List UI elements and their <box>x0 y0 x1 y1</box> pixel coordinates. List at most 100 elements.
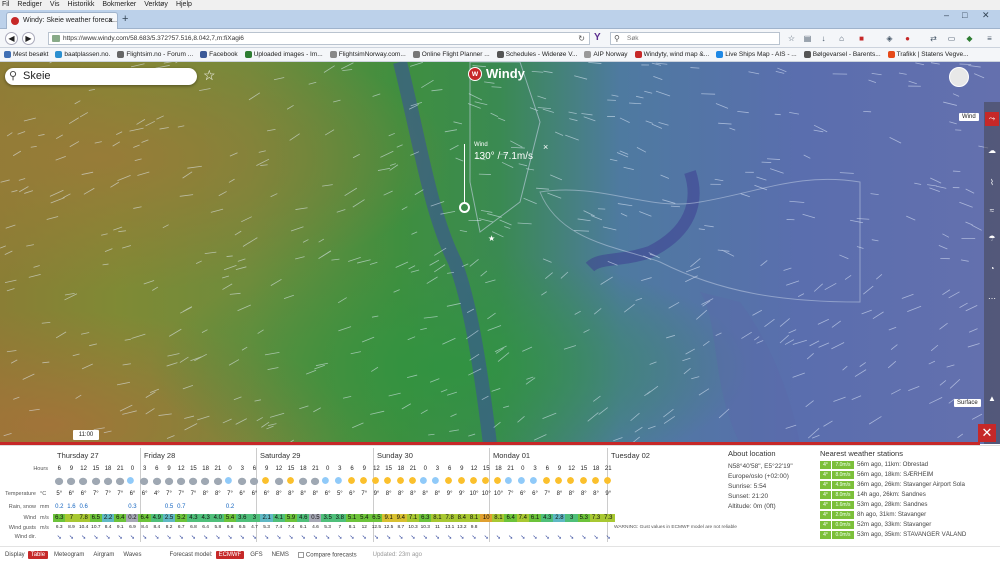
wind-cell: 4.9 <box>151 514 164 522</box>
bookmark-item[interactable]: Facebook <box>200 51 238 58</box>
station-row[interactable]: 4°8.0m/s14h ago, 26km: Sandnes <box>820 491 998 501</box>
cloud-icon <box>53 476 64 485</box>
station-row[interactable]: 4°4.9m/s36m ago, 26km: Stavanger Airport… <box>820 481 998 491</box>
ecmwf-button[interactable]: ECMWF <box>216 551 245 559</box>
new-tab-button[interactable]: + <box>122 13 128 25</box>
star-icon[interactable]: ☆ <box>786 33 797 44</box>
hour-cell: 12 <box>468 466 481 472</box>
hour-cell: 0 <box>517 466 530 472</box>
compare-forecasts-button[interactable]: Compare forecasts <box>295 551 360 560</box>
wind-dir-arrow-icon: ➘ <box>443 534 456 541</box>
clipboard-icon[interactable]: ▤ <box>802 33 813 44</box>
maximize-button[interactable]: □ <box>962 10 967 20</box>
menu-item-5[interactable]: Verktøy <box>144 0 168 10</box>
bookmark-item[interactable]: Uploaded images - Im... <box>245 51 323 58</box>
menu-item-3[interactable]: Historikk <box>68 0 95 10</box>
adblock-icon[interactable]: ● <box>902 33 913 44</box>
tab-close-icon[interactable]: × <box>108 13 113 29</box>
temperature-layer-icon[interactable]: ⌇ <box>985 176 999 190</box>
url-bar[interactable]: https://www.windy.com/58.683/5.372?57.51… <box>48 32 590 45</box>
pressure-layer-icon[interactable]: ◔ <box>985 262 999 276</box>
extension-icon[interactable]: ◆ <box>964 33 975 44</box>
waves-layer-icon[interactable]: ≈ <box>985 204 999 218</box>
bookmark-item[interactable]: baatplassen.no. <box>55 51 110 58</box>
table-tab[interactable]: Table <box>28 551 48 559</box>
station-wind: 4.9m/s <box>832 481 854 489</box>
station-desc: 14h ago, 26km: Sandnes <box>857 491 926 498</box>
bookmark-item[interactable]: Trafikk | Statens Vegve... <box>888 51 969 58</box>
wind-dir-arrow-icon: ➘ <box>187 534 200 541</box>
rain-layer-icon[interactable]: ☂ <box>985 232 999 246</box>
windy-logo[interactable]: w Windy <box>468 66 525 81</box>
wind-cell: 0.5 <box>309 514 322 522</box>
bookmark-item[interactable]: Mest besøkt <box>4 51 48 58</box>
addon-icon[interactable]: ■ <box>856 33 867 44</box>
close-forecast-button[interactable]: ✕ <box>978 424 996 442</box>
wind-dir-arrow-icon: ➘ <box>346 534 359 541</box>
hour-cell: 0 <box>126 466 139 472</box>
station-row[interactable]: 4°1.6m/s53m ago, 28km: Sandnes <box>820 501 998 511</box>
bookmark-label: Schedules - Widerøe V... <box>506 51 578 58</box>
station-row[interactable]: 4°8.0m/s56m ago, 18km: SÆRHEIM <box>820 471 998 481</box>
waves-tab[interactable]: Waves <box>120 551 144 559</box>
menu-item-6[interactable]: Hjelp <box>176 0 192 10</box>
wind-dir-arrow-icon: ➘ <box>114 534 127 541</box>
menu-item-2[interactable]: Vis <box>50 0 60 10</box>
nems-button[interactable]: NEMS <box>269 551 292 559</box>
search-input[interactable]: ⚲ Søk <box>610 32 780 45</box>
bookmark-item[interactable]: Schedules - Widerøe V... <box>497 51 578 58</box>
gfs-button[interactable]: GFS <box>247 551 265 559</box>
station-row[interactable]: 4°0.0m/s52m ago, 33km: Stavanger <box>820 521 998 531</box>
browser-tab[interactable]: Windy: Skeie weather foreca... × <box>6 12 118 29</box>
picker-location-marker[interactable] <box>459 202 470 213</box>
bookmark-item[interactable]: Online Flight Planner ... <box>413 51 490 58</box>
pocket-icon[interactable]: ◈ <box>884 33 895 44</box>
forward-button[interactable]: ▶ <box>22 32 35 45</box>
wind-dir-arrow-icon: ➘ <box>419 534 432 541</box>
sync-icon[interactable]: ⇄ <box>928 33 939 44</box>
hour-cell: 9 <box>553 466 566 472</box>
bookmark-label: Windyty, wind map &... <box>644 51 710 58</box>
sun-icon <box>370 476 381 485</box>
screen-icon[interactable]: ▭ <box>946 33 957 44</box>
bookmark-item[interactable]: FlightsimNorway.com... <box>330 51 406 58</box>
bookmark-item[interactable]: Bølgevarsel - Barents... <box>804 51 881 58</box>
timeline-time-label[interactable]: 11:00 <box>73 430 99 440</box>
bookmark-item[interactable]: Live Ships Map - AIS - ... <box>716 51 797 58</box>
home-icon[interactable]: ⌂ <box>836 33 847 44</box>
picker-close-icon[interactable]: × <box>543 142 548 152</box>
favorite-star-icon[interactable]: ☆ <box>203 67 216 84</box>
station-row[interactable]: 4°2.0m/s8h ago, 31km: Stavanger <box>820 511 998 521</box>
menu-item-4[interactable]: Bokmerker <box>102 0 136 10</box>
wind-layer-label[interactable]: Wind <box>959 113 979 121</box>
station-row[interactable]: 4°7.0m/s56m ago, 11km: Obrestad <box>820 461 998 471</box>
bookmark-item[interactable]: AIP Norway <box>584 51 627 58</box>
temp-cell: 9° <box>456 491 469 497</box>
reload-icon[interactable]: ↻ <box>578 33 585 45</box>
compare-checkbox[interactable] <box>298 552 304 558</box>
minimize-button[interactable]: – <box>944 10 949 20</box>
back-button[interactable]: ◀ <box>5 32 18 45</box>
altitude-up-icon[interactable]: ▲ <box>985 392 999 406</box>
wind-map[interactable]: ⚲ Skeie ☆ w Windy Wind 130° / 7.1m/s × ★… <box>0 62 1000 444</box>
location-search-input[interactable]: ⚲ Skeie <box>5 68 197 85</box>
station-desc: 53m ago, 28km: Sandnes <box>857 501 928 508</box>
user-avatar[interactable] <box>949 67 969 87</box>
wind-layer-icon[interactable]: ⤳ <box>985 112 999 126</box>
hamburger-menu-icon[interactable]: ≡ <box>984 33 995 44</box>
close-window-button[interactable]: ✕ <box>982 10 990 21</box>
clouds-layer-icon[interactable]: ☁ <box>985 144 999 158</box>
wind-dir-arrow-icon: ➘ <box>224 534 237 541</box>
surface-label[interactable]: Surface <box>954 399 981 407</box>
more-layers-icon[interactable]: ⋯ <box>985 292 999 306</box>
airgram-tab[interactable]: Airgram <box>90 551 117 559</box>
download-icon[interactable]: ↓ <box>818 33 829 44</box>
station-row[interactable]: 4°0.0m/s53m ago, 35km: STAVANGER VÅLAND <box>820 531 998 541</box>
bookmark-item[interactable]: Flightsim.no - Forum ... <box>117 51 193 58</box>
menu-item-1[interactable]: Rediger <box>17 0 42 10</box>
sun-icon <box>480 476 491 485</box>
menu-item-0[interactable]: Fil <box>2 0 9 10</box>
yahoo-icon[interactable]: Y <box>594 32 601 43</box>
bookmark-item[interactable]: Windyty, wind map &... <box>635 51 710 58</box>
meteogram-tab[interactable]: Meteogram <box>51 551 87 559</box>
